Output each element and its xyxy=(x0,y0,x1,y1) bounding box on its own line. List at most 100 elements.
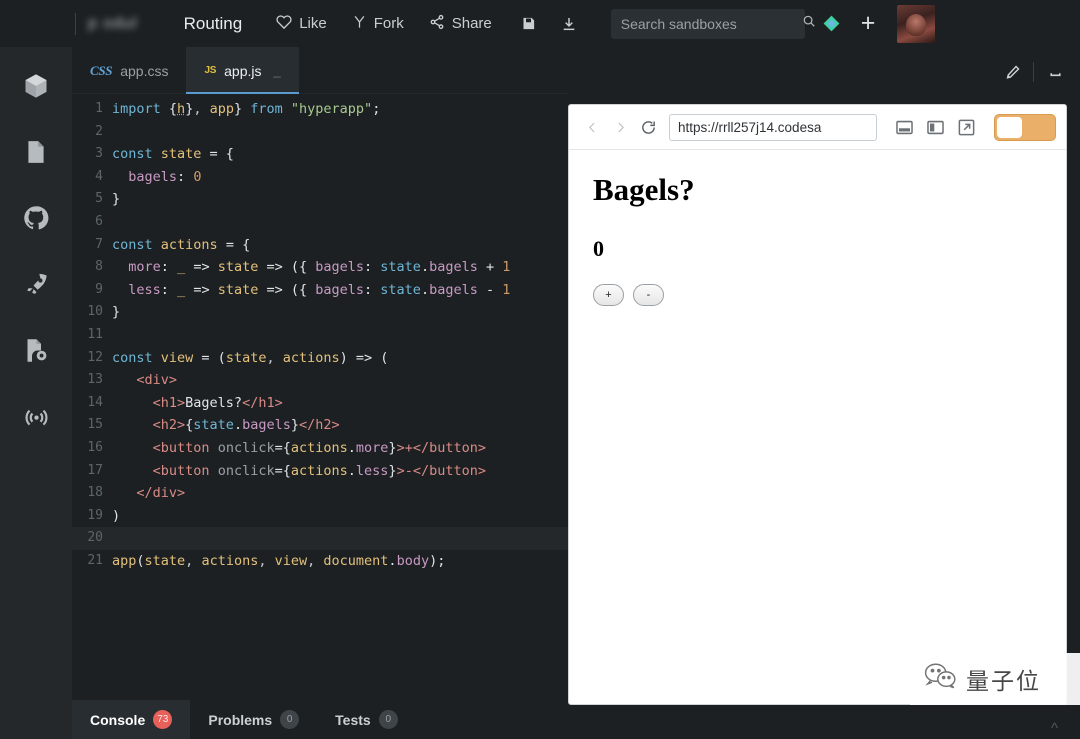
line-number: 2 xyxy=(95,123,103,139)
code-line: 10} xyxy=(72,301,568,324)
search-input[interactable] xyxy=(620,15,802,32)
code-line: 6 xyxy=(72,211,568,234)
code-line: 19) xyxy=(72,505,568,528)
download-icon xyxy=(563,17,575,30)
code-line: 13 <div> xyxy=(72,369,568,392)
code-text: bagels: 0 xyxy=(128,168,202,185)
line-number: 1 xyxy=(95,101,103,116)
sidebar-item-files[interactable] xyxy=(19,135,53,169)
tab-app-js[interactable]: JS app.js _ xyxy=(186,47,299,94)
avatar[interactable] xyxy=(897,4,936,43)
css-file-icon: CSS xyxy=(90,62,113,78)
codesandbox-window: p odul Routing Like Fork Share Search sa… xyxy=(0,0,1080,739)
code-line: 7 const actions = { xyxy=(72,234,568,257)
share-button[interactable]: Share xyxy=(429,14,492,34)
file-icon xyxy=(28,141,44,163)
code-text: <h2>{state.bagels}</h2> xyxy=(152,417,340,434)
file-gear-icon xyxy=(27,338,46,362)
line-number: 14 xyxy=(87,394,103,410)
split-vertical-icon xyxy=(926,120,944,134)
floppy-disk-icon xyxy=(523,17,535,30)
line-number: 4 xyxy=(95,168,103,184)
url-bar[interactable]: https://rrll257j14.codesa xyxy=(669,113,877,141)
sidebar-item-live[interactable] xyxy=(19,399,53,433)
line-number: 3 xyxy=(95,146,103,162)
bottom-tab-label: Tests xyxy=(335,711,371,728)
line-number: 18 xyxy=(87,485,103,501)
sidebar-item-deploy[interactable] xyxy=(19,267,53,301)
reload-button[interactable] xyxy=(635,114,661,140)
left-sidebar xyxy=(0,47,72,739)
code-line: 3 const state = { xyxy=(72,143,568,166)
bottom-tab-tests[interactable]: Tests 0 xyxy=(317,700,416,739)
code-text: <h1>Bagels?</h1> xyxy=(152,394,283,411)
bottom-tab-problems[interactable]: Problems 0 xyxy=(190,700,317,739)
code-line: 18 </div> xyxy=(72,482,568,505)
minimize-button[interactable] xyxy=(1038,55,1072,89)
sidebar-item-github[interactable] xyxy=(19,201,53,235)
download-button[interactable] xyxy=(557,12,581,36)
rocket-icon xyxy=(26,273,47,294)
create-sandbox-button[interactable]: + xyxy=(861,11,876,36)
toggle-knob xyxy=(997,116,1022,138)
watermark-text: 量子位 xyxy=(966,669,1041,695)
heart-icon xyxy=(276,14,292,34)
back-button[interactable] xyxy=(579,114,605,140)
like-label: Like xyxy=(299,15,327,32)
open-external-button[interactable] xyxy=(955,116,977,138)
bottom-tab-label: Problems xyxy=(208,711,273,728)
code-line: 17 <button onclick={actions.less}>-</but… xyxy=(72,460,568,483)
pen-edit-button[interactable] xyxy=(995,55,1029,89)
page-heading: Bagels? xyxy=(593,172,695,207)
code-text: more: _ => state => ({ bagels: state.bag… xyxy=(128,259,511,276)
code-text: } xyxy=(112,191,121,208)
code-line: 12 const view = (state, actions) => ( xyxy=(72,347,568,370)
code-line: 21 app(state, actions, view, document.bod… xyxy=(72,550,568,573)
url-text: https://rrll257j14.codesa xyxy=(678,119,822,135)
code-text: app(state, actions, view, document.body)… xyxy=(112,552,446,569)
bottom-tab-count-badge: 73 xyxy=(153,710,173,729)
sidebar-item-config[interactable] xyxy=(19,333,53,367)
bottom-tab-count-badge: 0 xyxy=(378,710,398,729)
line-number: 5 xyxy=(95,191,103,207)
fork-button[interactable]: Fork xyxy=(352,14,404,34)
code-line: 15 <h2>{state.bagels}</h2> xyxy=(72,414,568,437)
split-horizontal-icon xyxy=(895,120,913,134)
code-text: ) xyxy=(112,507,121,524)
search-sandboxes[interactable] xyxy=(610,8,815,39)
code-line: 11 xyxy=(72,324,568,347)
line-number: 8 xyxy=(95,259,103,275)
code-text: <button onclick={actions.more}>+</button… xyxy=(152,439,486,456)
line-number: 11 xyxy=(87,326,103,342)
line-number: 19 xyxy=(87,507,103,523)
code-text: <button onclick={actions.less}>-</button… xyxy=(152,462,486,479)
split-horizontal-button[interactable] xyxy=(893,116,915,138)
diamond-badge-icon[interactable] xyxy=(821,13,843,35)
editor-tabstrip: CSS app.css JS app.js _ xyxy=(72,47,568,94)
decrement-button[interactable]: - xyxy=(633,284,664,306)
bottom-tab-label: Console xyxy=(90,711,146,728)
bottom-tab-console[interactable]: Console 73 xyxy=(72,700,191,739)
preview-toggle[interactable] xyxy=(994,113,1056,141)
counter-buttons: + - xyxy=(593,284,1042,306)
bagel-count: 0 xyxy=(593,236,604,261)
save-button[interactable] xyxy=(517,12,541,36)
code-content[interactable]: 1 import {h}, app} from "hyperapp"; 2 3 cons… xyxy=(72,94,568,731)
bottom-tab-bar: Console 73 Problems 0 Tests 0 xyxy=(72,700,568,739)
forward-button[interactable] xyxy=(607,114,633,140)
wechat-icon xyxy=(924,662,958,697)
line-number: 16 xyxy=(87,439,103,455)
code-text: </div> xyxy=(136,485,186,502)
sidebar-item-project[interactable] xyxy=(19,69,53,103)
code-text: const view = (state, actions) => ( xyxy=(112,349,389,366)
sandbox-name-routing[interactable]: Routing xyxy=(184,14,243,34)
tab-app-css[interactable]: CSS app.css xyxy=(72,47,186,94)
code-line: 2 xyxy=(72,121,568,144)
like-button[interactable]: Like xyxy=(276,14,327,34)
fork-label: Fork xyxy=(373,15,404,32)
split-vertical-button[interactable] xyxy=(924,116,946,138)
code-line: 1 import {h}, app} from "hyperapp"; xyxy=(72,98,568,121)
preview-pane: https://rrll257j14.codesa Bagels? 0 + - xyxy=(568,104,1067,705)
js-file-icon: JS xyxy=(204,65,217,76)
increment-button[interactable]: + xyxy=(593,284,624,306)
